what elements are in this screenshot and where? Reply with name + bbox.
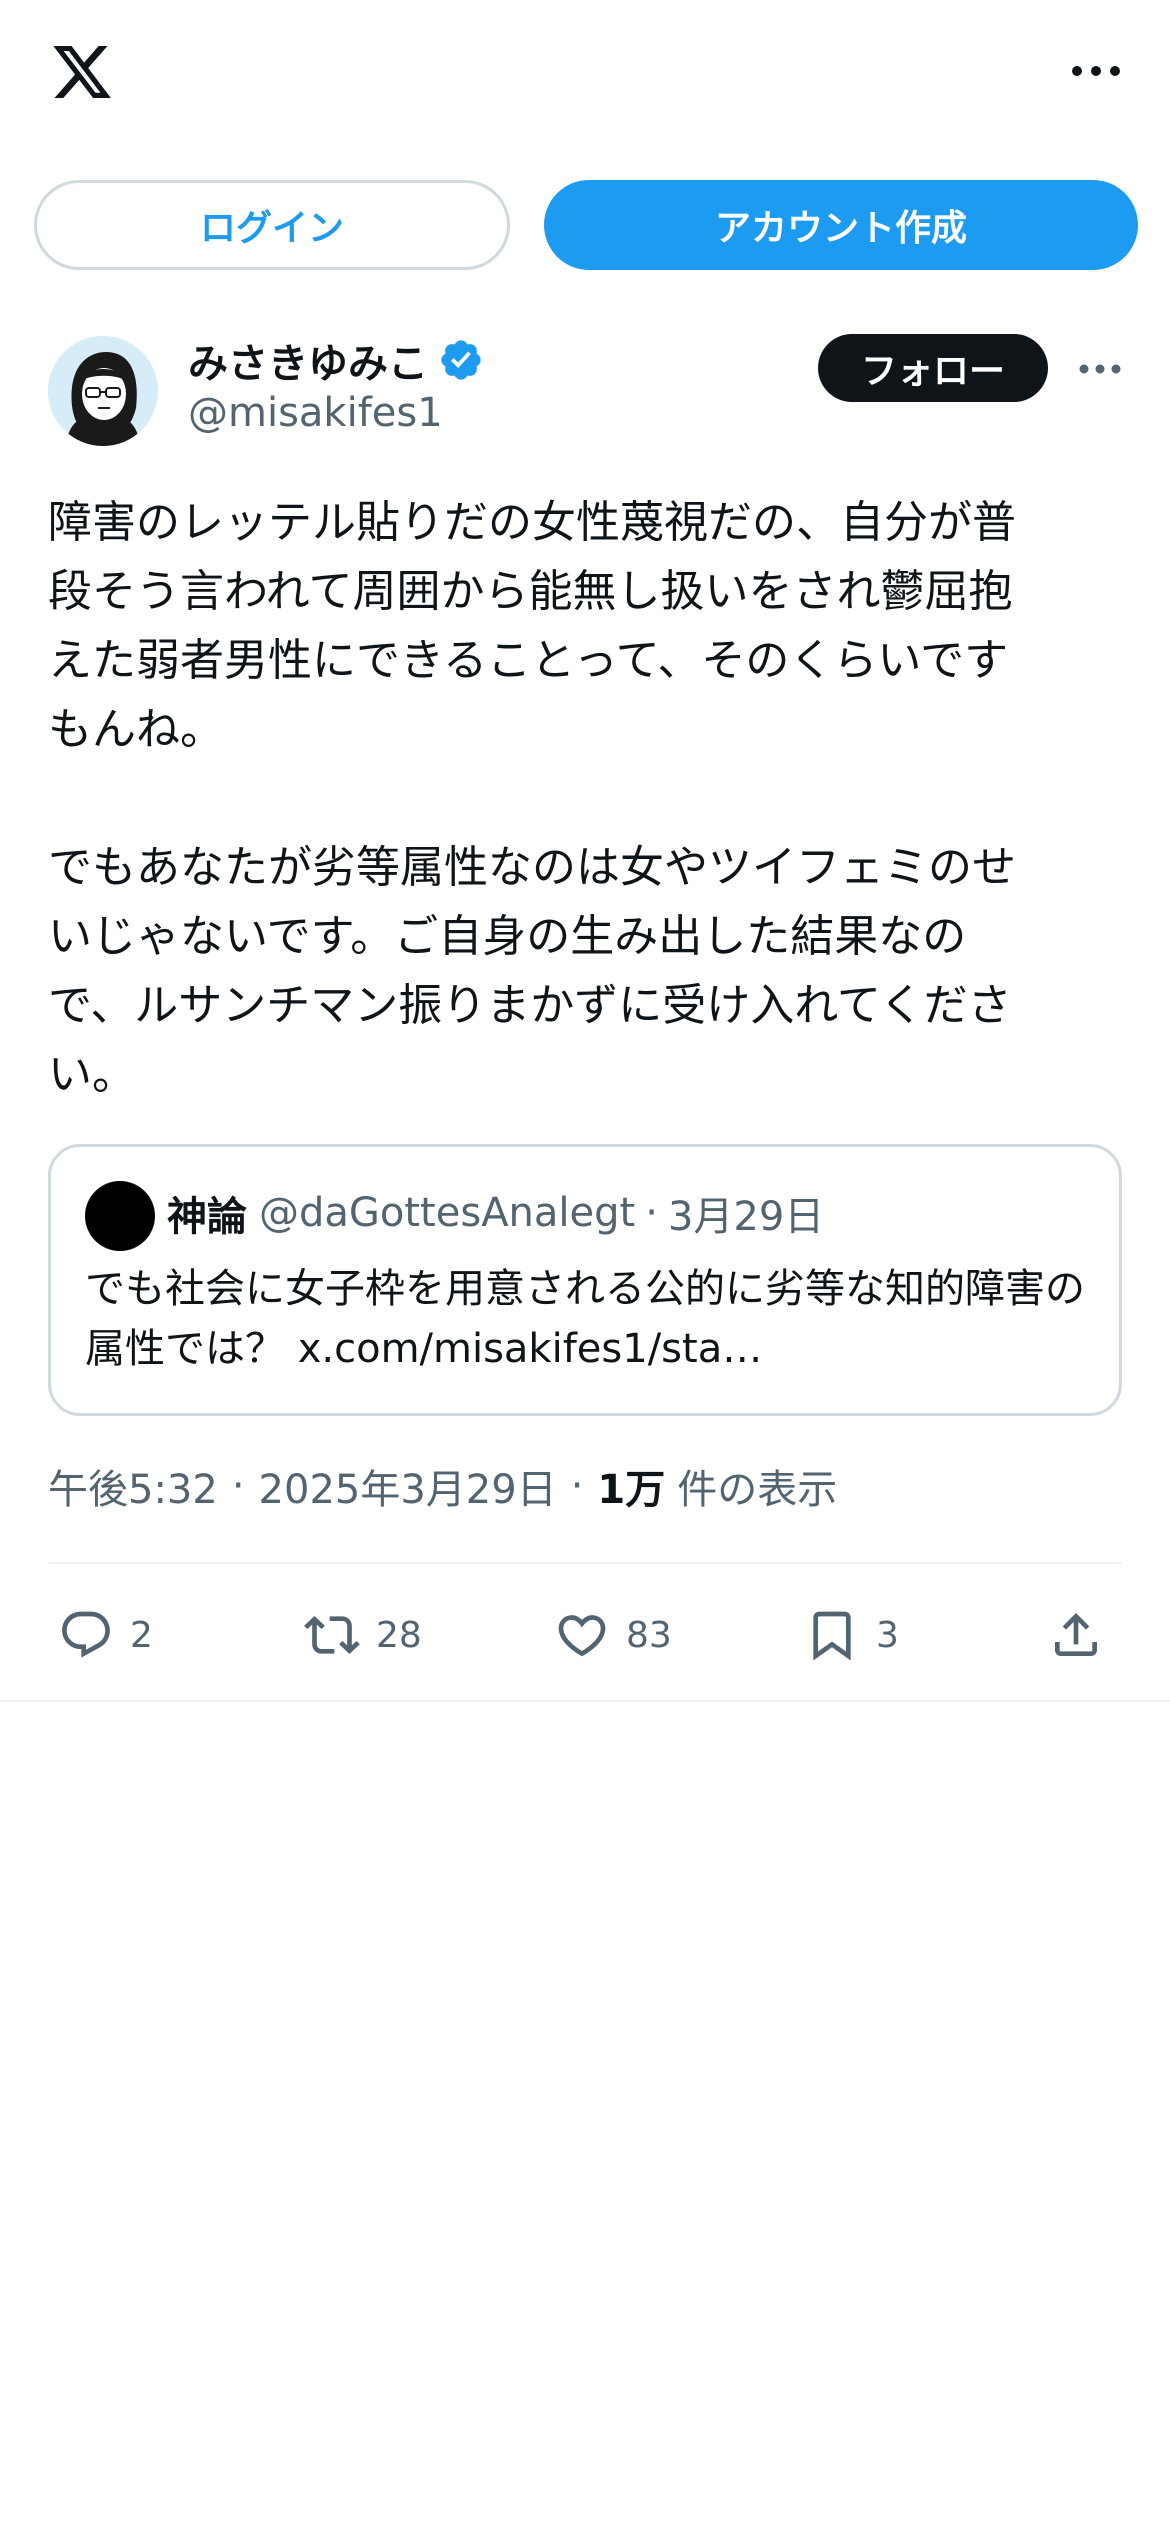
follow-button[interactable]: フォロー <box>818 334 1048 402</box>
views-label: 件の表示 <box>677 1467 838 1513</box>
post-actions: 2 28 83 3 <box>48 1595 1122 1675</box>
more-horizontal-icon[interactable] <box>1070 56 1122 86</box>
meta-separator: · <box>231 1463 245 1509</box>
login-button[interactable]: ログイン <box>34 180 510 270</box>
like-count: 83 <box>626 1614 672 1656</box>
avatar[interactable] <box>48 336 158 446</box>
author-name[interactable]: みさきゆみこ <box>188 331 428 389</box>
share-icon <box>1055 1613 1097 1656</box>
like-button[interactable]: 83 <box>554 1595 672 1675</box>
post-date[interactable]: 2025年3月29日 <box>259 1457 557 1515</box>
quoted-author-handle: @daGottesAnalegt <box>259 1190 636 1236</box>
verified-badge-icon <box>441 340 481 380</box>
top-bar <box>0 0 1170 150</box>
avatar-illustration <box>48 336 158 446</box>
reply-icon <box>62 1611 110 1658</box>
post-metadata: 午後5:32 · 2025年3月29日 · 1万 件の表示 <box>48 1456 837 1516</box>
post-time[interactable]: 午後5:32 <box>48 1457 218 1515</box>
meta-separator: · <box>570 1463 584 1509</box>
quoted-author-name: 神論 <box>167 1194 247 1240</box>
quoted-post-header: 神論 @daGottesAnalegt · 3月29日 <box>167 1183 824 1243</box>
bookmark-icon <box>813 1611 851 1661</box>
quoted-post[interactable]: 神論 @daGottesAnalegt · 3月29日 でも社会に女子枠を用意さ… <box>48 1144 1122 1416</box>
x-logo-icon[interactable] <box>48 40 116 104</box>
reply-count: 2 <box>130 1614 153 1656</box>
heart-icon <box>558 1615 606 1657</box>
retweet-button[interactable]: 28 <box>304 1595 422 1675</box>
retweet-count: 28 <box>376 1614 422 1656</box>
share-button[interactable] <box>1048 1595 1104 1675</box>
author-handle[interactable]: @misakifes1 <box>188 390 443 436</box>
post-body-text: 障害のレッテル貼りだの女性蔑視だの、自分が普 段そう言われて周囲から能無し扱いを… <box>48 497 1016 1100</box>
quoted-post-text: でも社会に女子枠を用意される公的に劣等な知的障害の属性では？ x.com/mis… <box>85 1266 1085 1372</box>
quoted-post-date: 3月29日 <box>667 1194 825 1240</box>
divider <box>48 1562 1122 1564</box>
quoted-separator: · <box>645 1190 658 1236</box>
post-author: みさきゆみこ @misakifes1 フォロー <box>48 334 1122 454</box>
bookmark-count: 3 <box>876 1614 899 1656</box>
divider <box>0 1700 1170 1702</box>
post-more-icon[interactable] <box>1078 358 1122 380</box>
author-name-line: みさきゆみこ <box>188 331 484 389</box>
reply-button[interactable]: 2 <box>58 1595 153 1675</box>
quoted-author-avatar <box>85 1181 155 1251</box>
retweet-icon <box>304 1616 360 1654</box>
signup-button[interactable]: アカウント作成 <box>544 180 1138 270</box>
auth-buttons: ログイン アカウント作成 <box>34 180 1138 270</box>
bookmark-button[interactable]: 3 <box>804 1595 899 1675</box>
views-count: 1万 <box>597 1467 666 1513</box>
